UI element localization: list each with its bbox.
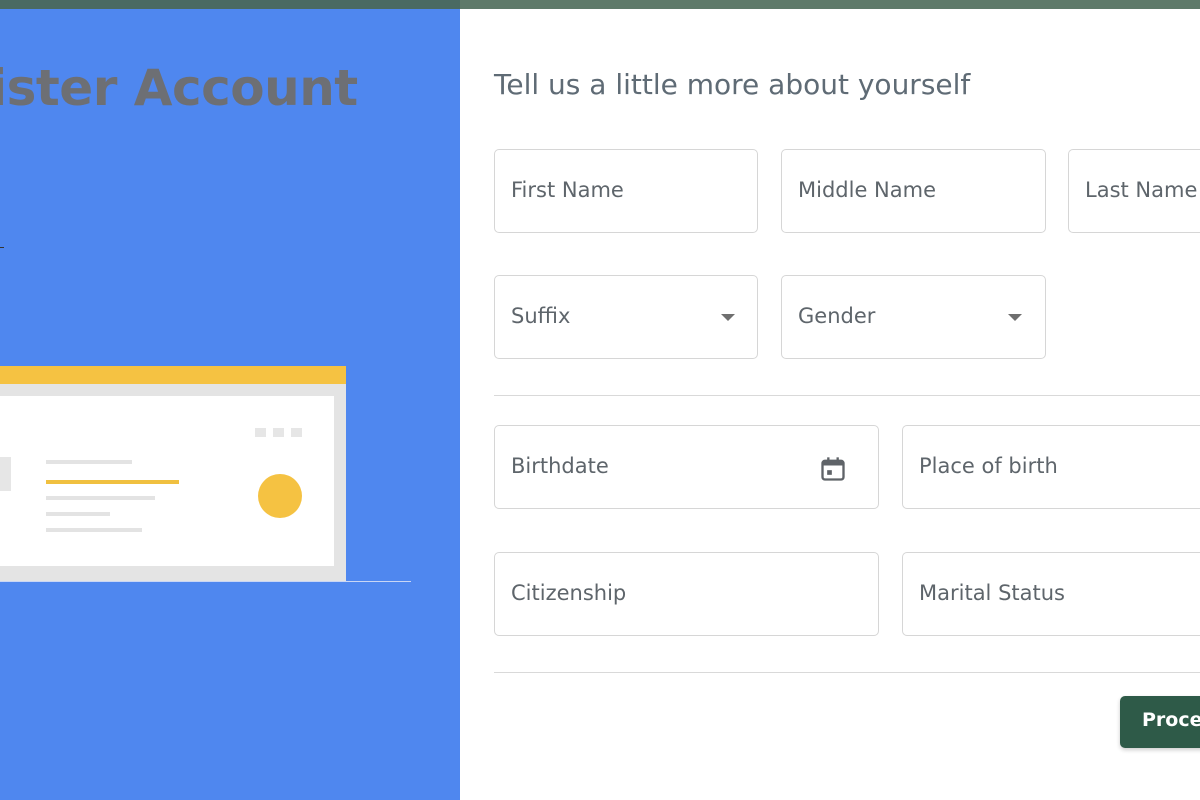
top-bar <box>0 0 1200 9</box>
calendar-icon[interactable] <box>819 455 847 483</box>
illustration-dot <box>255 428 266 437</box>
form-heading: Tell us a little more about yourself <box>494 68 971 101</box>
illustration-line <box>46 528 142 532</box>
tick-mark <box>0 247 4 248</box>
chevron-down-icon <box>1008 314 1022 321</box>
illustration-line <box>46 512 110 516</box>
middle-name-field[interactable]: Middle Name <box>781 149 1046 233</box>
first-name-placeholder: First Name <box>511 178 624 202</box>
illustration-dot <box>273 428 284 437</box>
citizenship-placeholder: Citizenship <box>511 581 627 605</box>
gender-placeholder: Gender <box>798 304 876 328</box>
chevron-down-icon <box>721 314 735 321</box>
page-title: ister Account <box>0 59 358 117</box>
illustration-baseline <box>0 581 411 582</box>
section-divider <box>494 672 1200 673</box>
illustration-line-accent <box>46 480 179 484</box>
suffix-placeholder: Suffix <box>511 304 571 328</box>
first-name-field[interactable]: First Name <box>494 149 758 233</box>
citizenship-field[interactable]: Citizenship <box>494 552 879 636</box>
top-bar-left <box>0 0 460 9</box>
illustration-header-bar <box>0 366 346 384</box>
illustration <box>0 366 346 582</box>
suffix-select[interactable]: Suffix <box>494 275 758 359</box>
marital-status-placeholder: Marital Status <box>919 581 1065 605</box>
last-name-field[interactable]: Last Name <box>1068 149 1200 233</box>
gender-select[interactable]: Gender <box>781 275 1046 359</box>
illustration-circle <box>258 474 302 518</box>
section-divider <box>494 395 1200 396</box>
middle-name-placeholder: Middle Name <box>798 178 936 202</box>
marital-status-field[interactable]: Marital Status <box>902 552 1200 636</box>
illustration-dot <box>291 428 302 437</box>
left-panel: ister Account <box>0 9 460 800</box>
birthdate-field[interactable]: Birthdate <box>494 425 879 509</box>
proceed-button[interactable]: Proceed <box>1120 696 1200 748</box>
last-name-placeholder: Last Name <box>1085 178 1198 202</box>
place-of-birth-field[interactable]: Place of birth <box>902 425 1200 509</box>
proceed-button-label: Proceed <box>1142 709 1200 731</box>
birthdate-placeholder: Birthdate <box>511 454 609 478</box>
illustration-line <box>46 496 155 500</box>
illustration-block <box>0 457 11 491</box>
place-of-birth-placeholder: Place of birth <box>919 454 1058 478</box>
illustration-line <box>46 460 132 464</box>
